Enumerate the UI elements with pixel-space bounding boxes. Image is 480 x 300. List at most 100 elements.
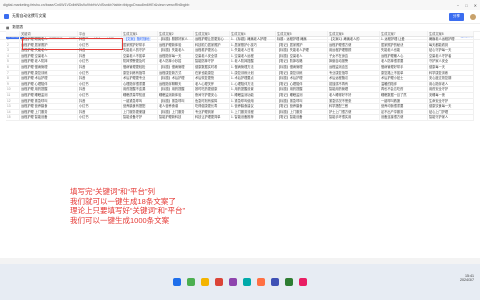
table-cell[interactable]: 远程护理 智能设备 [20, 115, 78, 120]
table-cell[interactable]: 贴心守护每一天 [428, 48, 474, 53]
table-cell[interactable]: 1. 空巢老人远程 [230, 53, 276, 59]
table-cell[interactable]: 智能手环很实用 [328, 115, 380, 120]
taskbar-clock[interactable]: 15:41 2024/3/7 [460, 274, 474, 282]
table-cell[interactable]: 危急时刻有保障 [194, 98, 230, 104]
table-cell[interactable]: 居家照护的秘诀 [380, 42, 428, 48]
table-cell[interactable]: 再也不会忘吃药 [380, 87, 428, 92]
table-cell[interactable]: 【文案1】瘫痪老人的 [328, 37, 380, 42]
table-cell[interactable]: 抖音 [78, 109, 122, 115]
table-cell[interactable]: 1. 慢病管理方法 [230, 64, 276, 70]
table-cell[interactable]: 专业康复指导 [328, 70, 380, 76]
table-cell[interactable]: 1. 紧急呼叫使用 [230, 98, 276, 104]
table-cell[interactable]: 1. 上门服务流程 [230, 109, 276, 115]
table-row[interactable]: 15 远程护理 智能设备 小红书 智能设备守护 智能护理新科技 科技让护理更简单 1. 智能… [6, 115, 474, 121]
table-cell[interactable]: 智能用药管理 [328, 87, 380, 92]
table-cell[interactable]: 远程护理暖人心 [380, 53, 428, 59]
table-cell[interactable]: 抖音 [78, 76, 122, 81]
minimize-icon[interactable]: − [457, 3, 459, 8]
table-cell[interactable]: 心理陪伴很重要 [122, 81, 158, 87]
table-cell[interactable]: 【笔记】营养膳食 [276, 104, 328, 109]
table-cell[interactable]: 标题：远程护理 瘫痪 [276, 37, 328, 42]
table-cell[interactable]: 抖音 [78, 98, 122, 104]
table-cell[interactable]: 老人防摔很重要 [380, 59, 428, 64]
column-header[interactable]: 生成文案3 [194, 31, 230, 36]
table-cell[interactable]: 1. 睡眠监测功能 [230, 92, 276, 98]
taskbar-app-icon[interactable] [229, 278, 237, 286]
table-cell[interactable]: 远程护理 空巢老人 [20, 53, 78, 59]
table-cell[interactable]: 瘫痪老人远程护理 [428, 37, 474, 42]
table-cell[interactable]: 1. 智能设备推荐 [230, 115, 276, 120]
table-cell[interactable]: 一键呼叫救援 [380, 98, 428, 104]
table-cell[interactable]: 康复路上不孤单 [380, 70, 428, 76]
table-cell[interactable]: 上门服务更便捷 [122, 109, 158, 115]
table-cell[interactable]: 远程护理 睡眠监测 [20, 92, 78, 98]
table-cell[interactable]: 1. 康复训练计划 [230, 70, 276, 76]
column-header[interactable]: 生成文案6 [328, 31, 380, 36]
table-cell[interactable]: 远程护理新体验 [158, 42, 194, 48]
table-cell[interactable]: 科学康复训练 [428, 70, 474, 76]
table-cell[interactable]: 老人营养食谱 [158, 104, 194, 109]
table-cell[interactable]: 空巢老人安全感 [194, 53, 230, 59]
table-cell[interactable]: 远程护理 心理陪伴 [20, 81, 78, 87]
table-cell[interactable]: 【标题】空巢老人 [276, 53, 328, 59]
table-cell[interactable]: 1. 用药提醒设置 [230, 87, 276, 92]
table-cell[interactable]: 营养膳食有搭配 [122, 104, 158, 109]
table-cell[interactable]: 康复训练有指导 [122, 70, 158, 76]
table-cell[interactable]: 1. 【标题】瘫痪老人护理 [230, 37, 276, 42]
column-header[interactable]: 生成文案7 [380, 31, 428, 36]
table-cell[interactable]: 1. 居家照护小技巧 [230, 42, 276, 48]
close-icon[interactable]: ✕ [474, 3, 477, 8]
table-cell[interactable]: 慢病管理更轻松 [122, 64, 158, 70]
table-cell[interactable]: 【标题】失能老人 [158, 48, 194, 53]
taskbar-app-icon[interactable] [187, 278, 195, 286]
table-cell[interactable]: 每天都能看到 [428, 42, 474, 48]
table-cell[interactable]: 【笔记】智能设备 [276, 115, 328, 120]
column-header[interactable]: 关键词 [20, 31, 78, 36]
table-cell[interactable]: 【标题】术后护理 [158, 76, 194, 81]
table-cell[interactable]: 守护家人安全 [428, 59, 474, 64]
column-header[interactable]: 平台 [78, 31, 122, 36]
table-cell[interactable]: 小红书 [78, 59, 122, 64]
table-cell[interactable]: 【笔记】居家照护 [276, 42, 328, 48]
taskbar-app-icon[interactable] [173, 278, 181, 286]
taskbar-app-icon[interactable] [201, 278, 209, 286]
table-cell[interactable]: 居家照护好帮手 [122, 42, 158, 48]
taskbar-app-icon[interactable] [299, 278, 307, 286]
table-cell[interactable]: 1. 远程护理 让爱 [380, 37, 428, 42]
table-cell[interactable]: 智能设备守护 [122, 115, 158, 120]
table-cell[interactable]: 健康数据实时看 [194, 64, 230, 70]
table-cell[interactable]: 【标题】紧急呼叫 [276, 98, 328, 104]
table-cell[interactable]: 术后护理更专业 [122, 76, 158, 81]
table-cell[interactable]: 【文案】随时随地 [122, 37, 158, 42]
taskbar-app-icon[interactable] [257, 278, 265, 286]
table-cell[interactable]: 远程陪伴聊聊天 [158, 81, 194, 87]
table-cell[interactable]: 足不出户享服务 [380, 109, 428, 115]
table-cell[interactable]: 远程康复新方式 [158, 70, 194, 76]
table-cell[interactable]: 科技让护理更简单 [194, 115, 230, 120]
table-cell[interactable]: 远程护理 用药提醒 [20, 87, 78, 92]
table-cell[interactable]: 安睡每一夜 [428, 92, 474, 98]
table-cell[interactable]: 小红书 [78, 92, 122, 98]
table-cell[interactable]: 用药安全守护 [428, 87, 474, 92]
table-cell[interactable]: 营养均衡很重要 [380, 104, 428, 109]
table-cell[interactable]: 术后远程随访 [328, 76, 380, 81]
table-cell[interactable]: 一键紧急呼叫 [122, 98, 158, 104]
table-cell[interactable]: 【标题】失能老人护理 [276, 48, 328, 53]
table-cell[interactable]: 智能护理新科技 [158, 115, 194, 120]
table-cell[interactable]: 用心陪伴老人 [428, 81, 474, 87]
table-cell[interactable]: 远程护理 慢病管理 [20, 64, 78, 70]
maximize-icon[interactable]: □ [465, 3, 467, 8]
table-cell[interactable]: 睡眠数据一目了然 [380, 92, 428, 98]
column-header[interactable]: 生成文案5 [276, 31, 328, 36]
table-cell[interactable]: 夜间守护更安心 [194, 92, 230, 98]
table-cell[interactable]: 术后护理小贴士 [380, 76, 428, 81]
table-cell[interactable]: 老人睡得好不好 [328, 92, 380, 98]
table-cell[interactable]: 在家也能康复 [194, 70, 230, 76]
column-header[interactable]: 生成文案2 [158, 31, 194, 36]
taskbar-app-icon[interactable] [285, 278, 293, 286]
table-cell[interactable]: 远程看护更省心 [194, 48, 230, 53]
share-button[interactable]: 分享 [448, 12, 464, 21]
table-cell[interactable]: 贴心上门护理 [428, 109, 474, 115]
table-cell[interactable]: 【笔记】防摔攻略 [276, 59, 328, 64]
taskbar-app-icon[interactable] [243, 278, 251, 286]
